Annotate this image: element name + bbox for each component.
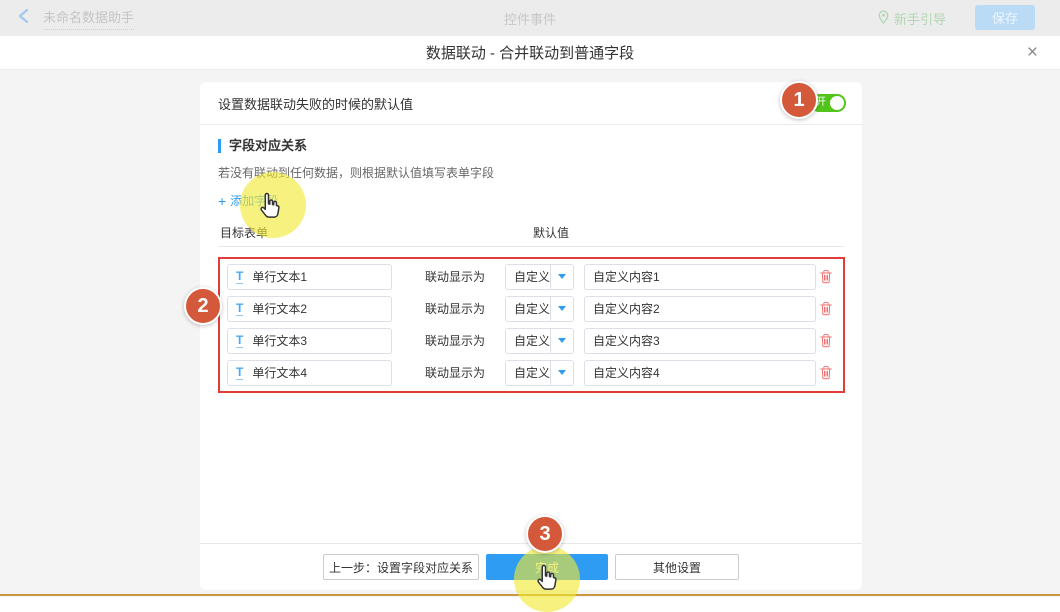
default-value-input[interactable]: 自定义内容4 bbox=[584, 360, 816, 386]
default-value-setting-row: 设置数据联动失败的时候的默认值 开 bbox=[200, 82, 862, 125]
delete-row-button[interactable] bbox=[819, 333, 833, 348]
default-value-input[interactable]: 自定义内容3 bbox=[584, 328, 816, 354]
relation-label: 联动显示为 bbox=[425, 332, 487, 349]
default-value-input[interactable]: 自定义内容1 bbox=[584, 264, 816, 290]
mode-select[interactable]: 自定义 bbox=[505, 360, 574, 386]
mode-select-value: 自定义 bbox=[505, 328, 550, 354]
field-rows-group: T 单行文本1 联动显示为 自定义 自定义内容1 T 单行文本2 bbox=[218, 257, 845, 393]
close-icon[interactable]: × bbox=[1027, 42, 1038, 64]
relation-label: 联动显示为 bbox=[425, 268, 487, 285]
chevron-down-icon bbox=[550, 360, 574, 386]
field-row: T 单行文本4 联动显示为 自定义 自定义内容4 bbox=[225, 360, 838, 386]
section-title: 字段对应关系 bbox=[218, 139, 844, 153]
relation-label: 联动显示为 bbox=[425, 364, 487, 381]
mode-select-value: 自定义 bbox=[505, 296, 550, 322]
prev-step-button[interactable]: 上一步：设置字段对应关系 bbox=[323, 554, 479, 580]
text-field-icon: T bbox=[236, 302, 243, 316]
step-badge-1: 1 bbox=[780, 81, 818, 119]
target-field-value: 单行文本3 bbox=[252, 332, 307, 349]
save-button[interactable]: 保存 bbox=[975, 5, 1035, 30]
target-field-input[interactable]: T 单行文本1 bbox=[227, 264, 392, 290]
text-field-icon: T bbox=[236, 270, 243, 284]
bottom-accent-line bbox=[0, 594, 1060, 596]
topbar: 未命名数据助手 控件事件 新手引导 保存 bbox=[0, 0, 1060, 36]
trash-icon bbox=[819, 333, 833, 348]
other-settings-button[interactable]: 其他设置 bbox=[615, 554, 739, 580]
step-badge-3: 3 bbox=[526, 515, 564, 553]
field-row: T 单行文本1 联动显示为 自定义 自定义内容1 bbox=[225, 264, 838, 290]
column-headers: 目标表单 默认值 bbox=[218, 224, 844, 241]
modal-body: 设置数据联动失败的时候的默认值 开 字段对应关系 若没有联动到任何数据，则根据默… bbox=[0, 70, 1060, 597]
default-value-input[interactable]: 自定义内容2 bbox=[584, 296, 816, 322]
column-header-default: 默认值 bbox=[533, 224, 569, 241]
plus-icon: + bbox=[218, 194, 226, 208]
default-value-text: 自定义内容1 bbox=[593, 268, 660, 285]
trash-icon bbox=[819, 365, 833, 380]
guide-link[interactable]: 新手引导 bbox=[878, 9, 946, 28]
mode-select-value: 自定义 bbox=[505, 264, 550, 290]
chevron-down-icon bbox=[550, 296, 574, 322]
trash-icon bbox=[819, 301, 833, 316]
relation-label: 联动显示为 bbox=[425, 300, 487, 317]
default-value-text: 自定义内容2 bbox=[593, 300, 660, 317]
delete-row-button[interactable] bbox=[819, 365, 833, 380]
add-field-label: 添加字段 bbox=[230, 192, 278, 209]
trash-icon bbox=[819, 269, 833, 284]
toggle-knob bbox=[830, 96, 844, 110]
field-row: T 单行文本2 联动显示为 自定义 自定义内容2 bbox=[225, 296, 838, 322]
delete-row-button[interactable] bbox=[819, 301, 833, 316]
mode-select[interactable]: 自定义 bbox=[505, 264, 574, 290]
default-value-setting-label: 设置数据联动失败的时候的默认值 bbox=[218, 94, 413, 113]
delete-row-button[interactable] bbox=[819, 269, 833, 284]
chevron-down-icon bbox=[550, 328, 574, 354]
guide-link-label: 新手引导 bbox=[894, 9, 946, 28]
panel-footer: 上一步：设置字段对应关系 完成 其他设置 bbox=[200, 543, 862, 590]
target-field-value: 单行文本1 bbox=[252, 268, 307, 285]
target-field-value: 单行文本2 bbox=[252, 300, 307, 317]
header-divider bbox=[218, 246, 844, 247]
back-button[interactable] bbox=[18, 9, 29, 28]
settings-panel: 设置数据联动失败的时候的默认值 开 字段对应关系 若没有联动到任何数据，则根据默… bbox=[200, 82, 862, 590]
chevron-left-icon bbox=[18, 9, 29, 28]
modal-title: 数据联动 - 合并联动到普通字段 bbox=[426, 42, 634, 63]
chevron-down-icon bbox=[550, 264, 574, 290]
target-field-value: 单行文本4 bbox=[252, 364, 307, 381]
target-field-input[interactable]: T 单行文本3 bbox=[227, 328, 392, 354]
text-field-icon: T bbox=[236, 366, 243, 380]
mode-select[interactable]: 自定义 bbox=[505, 328, 574, 354]
default-value-text: 自定义内容3 bbox=[593, 332, 660, 349]
column-header-target: 目标表单 bbox=[220, 224, 268, 241]
guide-pin-icon bbox=[878, 10, 889, 27]
done-button[interactable]: 完成 bbox=[486, 554, 608, 580]
modal-header: 数据联动 - 合并联动到普通字段 × bbox=[0, 36, 1060, 70]
app-title[interactable]: 未命名数据助手 bbox=[43, 7, 134, 30]
target-field-input[interactable]: T 单行文本2 bbox=[227, 296, 392, 322]
section-description: 若没有联动到任何数据，则根据默认值填写表单字段 bbox=[218, 164, 844, 181]
step-badge-2: 2 bbox=[184, 287, 222, 325]
default-value-text: 自定义内容4 bbox=[593, 364, 660, 381]
mode-select-value: 自定义 bbox=[505, 360, 550, 386]
target-field-input[interactable]: T 单行文本4 bbox=[227, 360, 392, 386]
field-mapping-section: 字段对应关系 若没有联动到任何数据，则根据默认值填写表单字段 + 添加字段 目标… bbox=[200, 125, 862, 247]
add-field-link[interactable]: + 添加字段 bbox=[218, 192, 278, 209]
mode-select[interactable]: 自定义 bbox=[505, 296, 574, 322]
text-field-icon: T bbox=[236, 334, 243, 348]
field-row: T 单行文本3 联动显示为 自定义 自定义内容3 bbox=[225, 328, 838, 354]
